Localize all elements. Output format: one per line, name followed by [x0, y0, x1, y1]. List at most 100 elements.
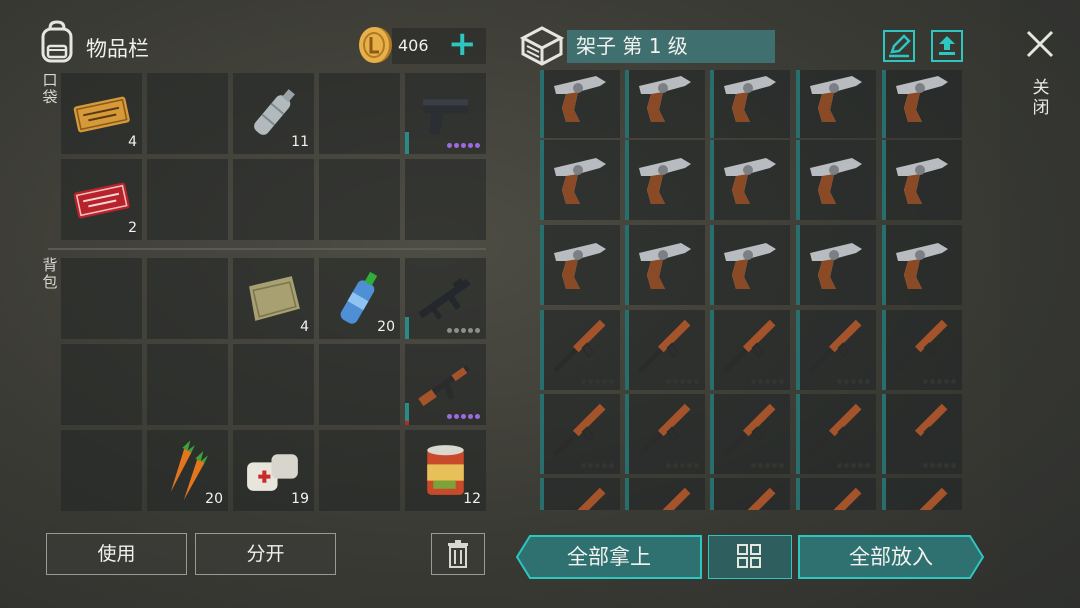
rifle-icon — [809, 319, 862, 373]
backpack-slot[interactable] — [61, 344, 142, 425]
backpack-slot[interactable] — [147, 258, 228, 339]
shelf-slot[interactable] — [882, 310, 962, 390]
durability-bar — [710, 310, 714, 390]
shelf-slot[interactable] — [540, 394, 620, 474]
take-all-button[interactable]: 全部拿上 — [516, 535, 702, 579]
shelf-slot[interactable] — [540, 70, 620, 138]
backpack-slot[interactable]: 4 — [233, 258, 314, 339]
shelf-slot[interactable] — [882, 478, 962, 510]
shelf-slot[interactable] — [710, 478, 790, 510]
split-button[interactable]: 分开 — [195, 533, 336, 575]
quality-dots — [751, 463, 784, 468]
rifle-icon — [895, 487, 948, 510]
shelf-slot[interactable] — [882, 140, 962, 220]
durability-bar — [540, 225, 544, 305]
close-label[interactable]: 关闭 — [1031, 78, 1051, 118]
shelf-slot[interactable] — [625, 478, 705, 510]
assault-rifle-m16-icon — [418, 277, 471, 320]
pocket-slot[interactable] — [147, 73, 228, 154]
backpack-slot[interactable] — [405, 344, 486, 425]
rifle-icon — [723, 403, 776, 457]
shelf-slot[interactable] — [796, 394, 876, 474]
coin-count: 406 — [398, 36, 429, 55]
durability-bar — [625, 310, 629, 390]
edit-button[interactable] — [883, 30, 915, 62]
rifle-icon — [895, 403, 948, 457]
backpack-slot[interactable]: 12 — [405, 430, 486, 511]
edit-icon — [889, 34, 911, 58]
durability-bar — [625, 225, 629, 305]
shelf-slot[interactable] — [625, 225, 705, 305]
shelf-slot[interactable] — [625, 70, 705, 138]
pocket-slot[interactable] — [405, 73, 486, 154]
rifle-icon — [553, 403, 606, 457]
durability-bar — [625, 478, 629, 510]
rifle-icon — [895, 319, 948, 373]
pocket-slot[interactable] — [405, 159, 486, 240]
backpack-slot[interactable]: 20 — [147, 430, 228, 511]
durability-bar — [405, 132, 409, 154]
shelf-slot[interactable] — [710, 394, 790, 474]
shelf-slot[interactable] — [540, 478, 620, 510]
put-all-button[interactable]: 全部放入 — [798, 535, 984, 579]
quality-dots — [447, 143, 480, 148]
shelf-title: 架子 第 1 级 — [567, 30, 775, 63]
backpack-slot[interactable] — [61, 430, 142, 511]
backpack-slot[interactable] — [147, 344, 228, 425]
shelf-slot[interactable] — [796, 225, 876, 305]
backpack-slot[interactable] — [61, 258, 142, 339]
shelf-slot[interactable] — [882, 394, 962, 474]
revolver-icon — [724, 158, 776, 204]
shelf-slot[interactable] — [625, 310, 705, 390]
revolver-icon — [810, 158, 862, 204]
item-quantity: 4 — [300, 319, 309, 335]
shelf-slot[interactable] — [796, 70, 876, 138]
durability-bar — [625, 394, 629, 474]
pocket-slot[interactable] — [319, 73, 400, 154]
shelf-slot[interactable] — [882, 225, 962, 305]
grid-view-button[interactable] — [708, 535, 792, 579]
pocket-slot[interactable]: 4 — [61, 73, 142, 154]
durability-bar — [882, 310, 886, 390]
pocket-slot[interactable] — [147, 159, 228, 240]
durability-bar — [710, 70, 714, 138]
pocket-slot[interactable] — [233, 159, 314, 240]
backpack-slot[interactable] — [405, 258, 486, 339]
shelf-slot[interactable] — [710, 310, 790, 390]
backpack-slot[interactable]: 20 — [319, 258, 400, 339]
shelf-slot[interactable] — [625, 394, 705, 474]
shelf-slot[interactable] — [796, 140, 876, 220]
backpack-slot[interactable] — [233, 344, 314, 425]
plus-icon[interactable]: + — [448, 26, 477, 62]
close-icon[interactable] — [1022, 26, 1058, 62]
shelf-slot[interactable] — [540, 225, 620, 305]
durability-bar — [882, 225, 886, 305]
pocket-slot[interactable] — [319, 159, 400, 240]
shelf-slot[interactable] — [625, 140, 705, 220]
trash-button[interactable] — [431, 533, 485, 575]
shelf-slot[interactable] — [540, 310, 620, 390]
shelf-slot[interactable] — [710, 225, 790, 305]
revolver-icon — [724, 76, 776, 122]
shelf-slot[interactable] — [710, 70, 790, 138]
backpack-slot[interactable] — [319, 344, 400, 425]
pocket-slot[interactable]: 2 — [61, 159, 142, 240]
shelf-slot[interactable] — [882, 70, 962, 138]
shelf-slot[interactable] — [540, 140, 620, 220]
shelf-slot[interactable] — [796, 310, 876, 390]
quality-dots — [447, 328, 480, 333]
quality-dots — [581, 463, 614, 468]
shelf-slot[interactable] — [710, 140, 790, 220]
backpack-slot[interactable]: 19 — [233, 430, 314, 511]
item-quantity: 12 — [463, 491, 481, 507]
upload-button[interactable] — [931, 30, 963, 62]
pocket-slot[interactable]: 11 — [233, 73, 314, 154]
quality-dots — [923, 379, 956, 384]
use-button[interactable]: 使用 — [46, 533, 187, 575]
backpack-slot[interactable] — [319, 430, 400, 511]
shelf-slot[interactable] — [796, 478, 876, 510]
durability-bar — [796, 140, 800, 220]
durability-bar — [796, 394, 800, 474]
quality-dots — [447, 414, 480, 419]
durability-bar — [625, 70, 629, 138]
